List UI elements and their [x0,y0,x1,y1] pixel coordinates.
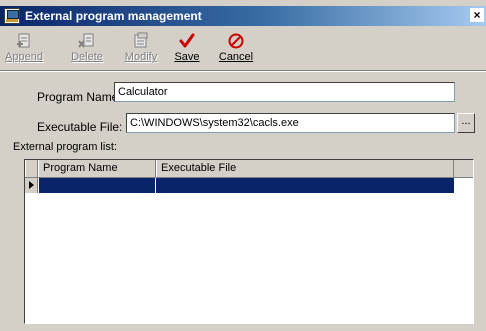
modify-button[interactable]: Modify [122,30,160,66]
cell-program-name[interactable] [39,178,155,193]
cell-executable-file[interactable] [156,178,454,193]
toolbar: Append Delete Modify Save Cancel [0,28,486,71]
cancel-label: Cancel [218,51,254,63]
no-entry-icon [227,32,245,50]
append-button[interactable]: Append [5,30,43,66]
grid-header: Program Name Executable File [25,160,473,178]
program-name-input[interactable]: Calculator [114,82,455,102]
delete-button[interactable]: Delete [68,30,106,66]
append-label: Append [5,51,43,63]
executable-file-input[interactable]: C:\WINDOWS\system32\cacls.exe [126,113,455,133]
browse-button[interactable]: ... [457,113,475,133]
column-header-executable-file[interactable]: Executable File [156,160,454,177]
window-title: External program management [25,9,202,23]
app-icon [4,8,20,24]
program-list-label: External program list: [13,141,117,153]
close-button[interactable]: × [470,8,484,22]
append-doc-icon [15,32,33,50]
table-row[interactable] [25,178,473,193]
cancel-button[interactable]: Cancel [215,30,257,66]
row-indicator-icon [25,178,38,193]
save-label: Save [174,51,200,63]
program-list-grid[interactable]: Program Name Executable File [24,159,474,324]
modify-label: Modify [124,51,158,63]
header-corner [25,160,38,177]
program-name-label: Program Name: [37,90,122,104]
checkmark-icon [178,32,196,50]
delete-doc-icon [78,32,96,50]
title-bar[interactable]: External program management × [0,6,486,26]
executable-file-label: Executable File: [37,120,123,134]
save-button[interactable]: Save [170,30,204,66]
delete-label: Delete [71,51,103,63]
modify-doc-icon [132,32,150,50]
column-header-program-name[interactable]: Program Name [38,160,156,177]
external-program-window: External program management × Append Del… [0,0,486,331]
